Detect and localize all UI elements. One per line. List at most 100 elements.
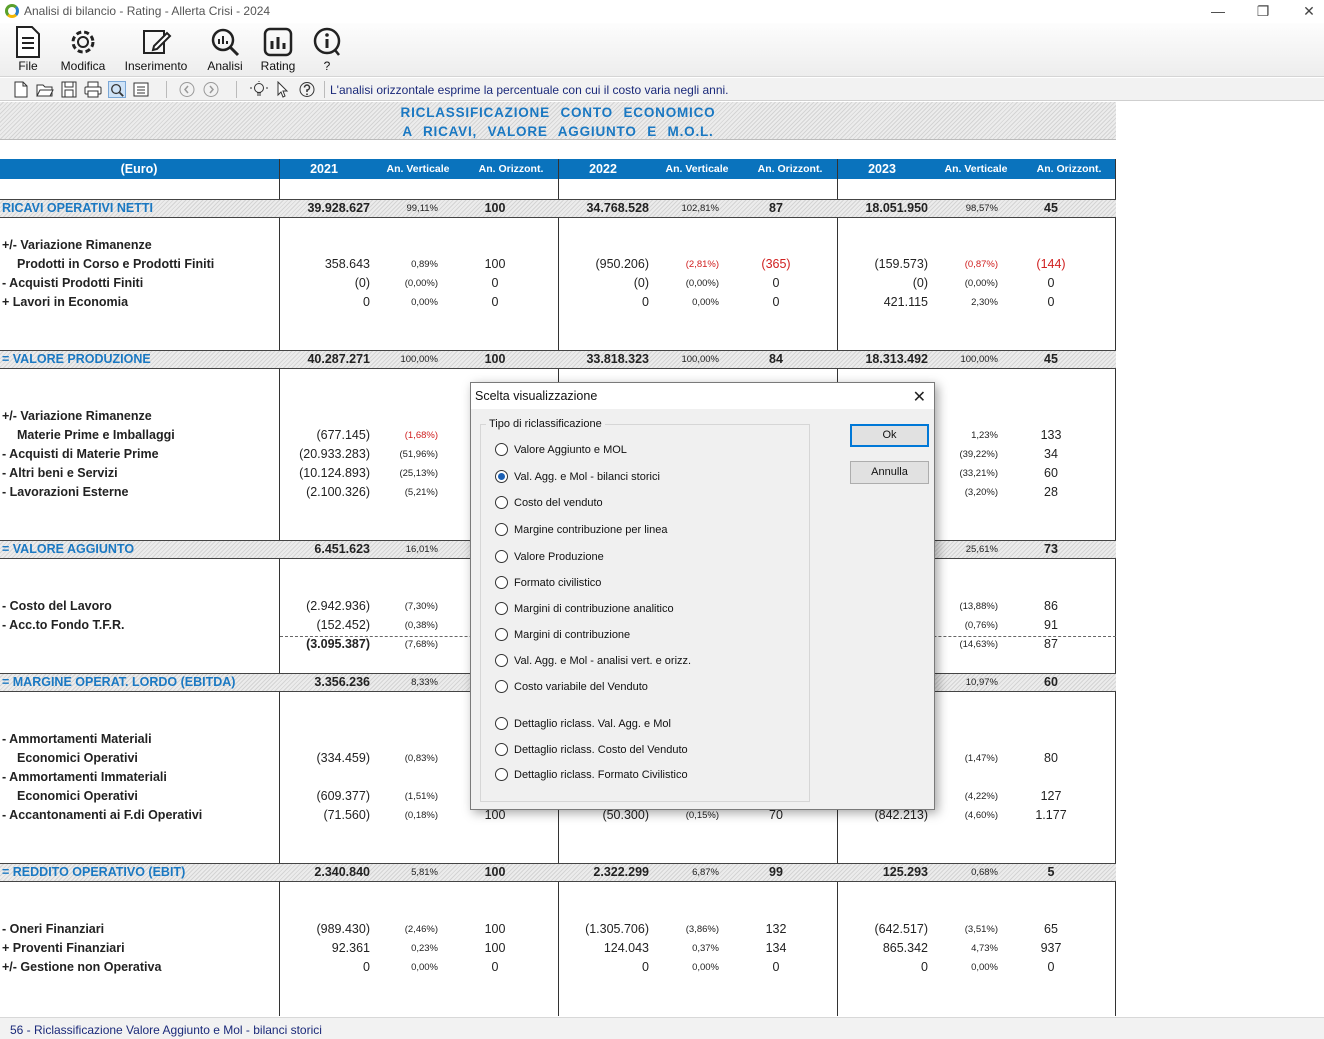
pointer-help-icon[interactable] <box>274 81 292 98</box>
print-icon[interactable] <box>84 81 102 98</box>
row-label: + Proventi Finanziari <box>2 941 125 955</box>
print-preview-icon[interactable] <box>108 81 126 98</box>
oriz-header-3: An. Orizzont. <box>1036 163 1102 175</box>
vertical-pct-cell: 99,11% <box>406 203 438 214</box>
ribbon-modifica-button[interactable]: Modifica <box>55 26 111 73</box>
row-label: +/- Variazione Rimanenze <box>2 409 152 423</box>
amount-cell: (159.573) <box>874 257 928 271</box>
amount-cell: (950.206) <box>595 257 649 271</box>
horizontal-idx-cell: 5 <box>1047 865 1055 879</box>
report-icon[interactable] <box>132 81 150 98</box>
radio-button[interactable] <box>495 496 508 509</box>
ribbon-modifica-label: Modifica <box>60 59 106 73</box>
horizontal-idx-cell: 45 <box>1044 201 1058 215</box>
option-label: Formato civilistico <box>514 577 602 589</box>
ribbon-file-label: File <box>18 59 38 73</box>
radio-button[interactable] <box>495 576 508 589</box>
horizontal-idx-cell: 0 <box>1047 295 1055 309</box>
vertical-pct-cell: (4,60%) <box>964 810 998 821</box>
radio-button[interactable] <box>495 717 508 730</box>
row-label: - Ammortamenti Immateriali <box>2 770 167 784</box>
radio-button[interactable] <box>495 523 508 536</box>
amount-cell: (50.300) <box>602 808 649 822</box>
horizontal-idx-cell: 91 <box>1044 618 1058 632</box>
table-row: + Lavori in Economia 0 0,00% 0 0 0,00% 0 421.11… <box>0 294 1116 311</box>
option-label: Margini di contribuzione <box>514 629 631 641</box>
vertical-pct-cell: (14,63%) <box>959 639 998 650</box>
amount-cell: (642.517) <box>874 922 928 936</box>
ribbon-help-button[interactable]: ? <box>309 26 345 73</box>
cancel-button[interactable]: Annulla <box>850 461 929 484</box>
toolbar-separator <box>324 81 325 98</box>
option-label: Val. Agg. e Mol - bilanci storici <box>514 471 660 483</box>
forward-arrow-icon[interactable] <box>202 81 220 98</box>
open-folder-icon[interactable] <box>36 81 54 98</box>
vertical-pct-cell: (5,21%) <box>404 487 438 498</box>
option-label: Costo variabile del Venduto <box>514 681 648 693</box>
horizontal-idx-cell: 84 <box>769 352 783 366</box>
horizontal-idx-cell: 99 <box>769 865 783 879</box>
radio-button[interactable] <box>495 602 508 615</box>
app-logo-icon <box>5 4 19 18</box>
vertical-pct-cell: 0,00% <box>971 962 998 973</box>
horizontal-idx-cell: 100 <box>484 352 506 366</box>
restore-icon[interactable]: ❐ <box>1248 2 1278 22</box>
year-header-1: 2021 <box>310 162 338 176</box>
radio-button[interactable] <box>495 654 508 667</box>
amount-cell: (71.560) <box>323 808 370 822</box>
ok-button[interactable]: Ok <box>850 424 929 447</box>
dialog-close-icon[interactable]: ✕ <box>913 387 926 407</box>
amount-cell: 0 <box>642 295 649 309</box>
vertical-pct-cell: 0,00% <box>692 297 719 308</box>
amount-cell: (842.213) <box>874 808 928 822</box>
ribbon-rating-button[interactable]: Rating <box>257 26 299 73</box>
ribbon-analisi-button[interactable]: Analisi <box>203 26 247 73</box>
help-icon[interactable] <box>298 81 316 98</box>
horizontal-idx-cell: 65 <box>1044 922 1058 936</box>
total-row: = VALORE PRODUZIONE 40.287.271 100,00% 100 3… <box>0 350 1116 369</box>
row-label: + Lavori in Economia <box>2 295 129 309</box>
vertical-pct-cell: 0,00% <box>692 962 719 973</box>
option-label: Costo del venduto <box>514 497 603 509</box>
row-label: - Altri beni e Servizi <box>2 466 118 480</box>
vertical-pct-cell: 102,81% <box>681 203 719 214</box>
vertical-pct-cell: 10,97% <box>965 677 998 688</box>
edit-icon <box>143 30 172 54</box>
radio-button[interactable] <box>495 470 508 483</box>
vertical-pct-cell: 100,00% <box>960 354 998 365</box>
radio-button[interactable] <box>495 743 508 756</box>
horizontal-idx-cell: 0 <box>491 276 499 290</box>
amount-cell: (0) <box>633 276 649 290</box>
close-icon[interactable]: ✕ <box>1294 2 1324 22</box>
lightbulb-icon[interactable] <box>250 81 268 98</box>
status-bar: 56 - Riclassificazione Valore Aggiunto e… <box>0 1017 1324 1039</box>
ribbon-file-button[interactable]: File <box>8 26 48 73</box>
radio-button[interactable] <box>495 680 508 693</box>
amount-cell: 39.928.627 <box>307 201 370 215</box>
back-arrow-icon[interactable] <box>178 81 196 98</box>
vertical-pct-cell: (7,68%) <box>404 639 438 650</box>
vertical-pct-cell: 2,30% <box>971 297 998 308</box>
empty-area <box>1116 102 1324 1016</box>
radio-button[interactable] <box>495 550 508 563</box>
amount-cell: 6.451.623 <box>314 542 370 556</box>
radio-button[interactable] <box>495 443 508 456</box>
row-label: - Accantonamenti ai F.di Operativi <box>2 808 203 822</box>
new-file-icon[interactable] <box>12 81 30 98</box>
horizontal-idx-cell: 937 <box>1040 941 1062 955</box>
ribbon-rating-label: Rating <box>260 59 296 73</box>
ribbon-inserimento-button[interactable]: Inserimento <box>122 26 190 73</box>
amount-cell: 92.361 <box>331 941 370 955</box>
minimize-icon[interactable]: — <box>1203 2 1233 22</box>
radio-button[interactable] <box>495 768 508 781</box>
radio-button[interactable] <box>495 628 508 641</box>
vertical-pct-cell: (13,88%) <box>959 601 998 612</box>
save-icon[interactable] <box>60 81 78 98</box>
amount-cell: (0) <box>354 276 370 290</box>
horizontal-idx-cell: 1.177 <box>1035 808 1067 822</box>
amount-cell: 40.287.271 <box>307 352 370 366</box>
vertical-pct-cell: (0,38%) <box>404 620 438 631</box>
amount-cell: 0 <box>363 295 370 309</box>
vertical-pct-cell: 8,33% <box>411 677 438 688</box>
amount-cell: (2.100.326) <box>306 485 370 499</box>
